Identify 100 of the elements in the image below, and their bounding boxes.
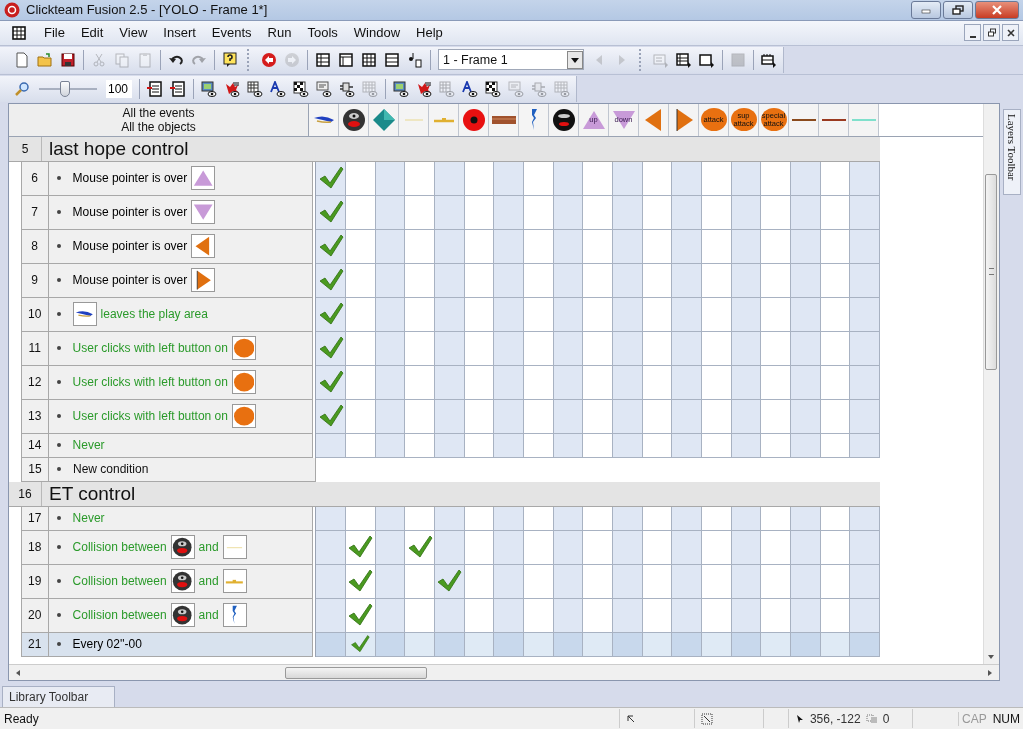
object-header[interactable] [819,103,849,136]
action-cell[interactable] [405,331,436,366]
action-cell[interactable] [672,263,702,298]
action-cell[interactable] [435,530,465,565]
action-cell[interactable] [702,229,732,264]
action-cell[interactable] [702,195,732,230]
action-cell[interactable] [613,506,643,531]
action-cell[interactable] [316,161,347,196]
action-cell[interactable] [583,506,614,531]
action-cell[interactable] [405,399,436,434]
action-cell[interactable] [583,263,614,298]
action-cell[interactable] [613,331,643,366]
speech-eye-icon[interactable] [316,80,332,97]
action-cell[interactable] [524,564,554,599]
action-cell[interactable] [524,399,554,434]
action-cell[interactable] [405,598,436,633]
action-cell[interactable] [524,195,554,230]
action-cell[interactable] [702,161,732,196]
action-cell[interactable] [850,297,880,332]
action-cell[interactable] [524,331,554,366]
action-cell[interactable] [524,229,554,264]
action-cell[interactable] [613,564,643,599]
action-cell[interactable] [346,598,376,633]
action-cell[interactable] [405,506,436,531]
action-cell[interactable] [316,564,347,599]
action-cell[interactable] [672,433,702,458]
action-cell[interactable] [761,161,791,196]
list-view-icon[interactable] [315,51,331,68]
action-cell[interactable] [435,331,465,366]
action-cell[interactable] [583,161,614,196]
action-cell[interactable] [702,506,732,531]
action-cell[interactable] [850,632,880,657]
tiles-eye-icon[interactable] [247,80,263,97]
action-cell[interactable] [583,297,614,332]
menu-item[interactable]: Tools [299,25,346,41]
action-cell[interactable] [405,263,436,298]
action-cell[interactable] [761,263,791,298]
action-cell[interactable] [524,263,554,298]
action-cell[interactable] [346,263,376,298]
action-cell[interactable] [435,365,465,400]
running-figure-eye-icon[interactable] [224,80,240,97]
action-cell[interactable] [405,161,436,196]
library-toolbar-tab[interactable]: Library Toolbar [2,686,116,708]
action-cell[interactable] [346,632,376,657]
action-cell[interactable] [524,530,554,565]
action-cell[interactable] [613,530,643,565]
action-cell[interactable] [494,598,525,633]
action-cell[interactable] [613,598,643,633]
action-cell[interactable] [494,399,525,434]
action-cell[interactable] [583,598,614,633]
action-cell[interactable] [613,229,643,264]
action-cell[interactable] [435,598,465,633]
action-cell[interactable] [583,229,614,264]
action-cell[interactable] [613,263,643,298]
rows-icon[interactable] [384,51,400,68]
action-cell[interactable] [583,195,614,230]
action-cell[interactable] [316,598,347,633]
screen-eye-icon[interactable] [393,80,409,97]
close-button[interactable] [1002,24,1019,42]
action-cell[interactable] [672,530,702,565]
action-cell[interactable] [702,331,732,366]
action-cell[interactable] [316,506,347,531]
action-cell[interactable] [405,632,436,657]
action-cell[interactable] [761,399,791,434]
action-cell[interactable] [702,598,732,633]
back-icon[interactable] [261,51,277,68]
action-cell[interactable] [583,399,614,434]
action-cell[interactable] [850,564,880,599]
action-cell[interactable] [346,530,376,565]
action-cell[interactable] [316,632,347,657]
action-cell[interactable] [316,229,347,264]
action-cell[interactable] [761,632,791,657]
action-cell[interactable] [435,195,465,230]
action-cell[interactable] [761,365,791,400]
action-cell[interactable] [524,297,554,332]
object-header[interactable] [459,103,489,136]
action-cell[interactable] [494,297,525,332]
frame-dropdown[interactable]: 1 - Frame 1 [438,49,584,71]
action-cell[interactable] [346,399,376,434]
action-cell[interactable] [672,161,702,196]
action-cell[interactable] [435,564,465,599]
action-cell[interactable] [316,530,347,565]
action-cell[interactable] [524,598,554,633]
action-cell[interactable] [494,161,525,196]
film-arrow-icon[interactable] [761,51,777,68]
action-cell[interactable] [494,195,525,230]
text-eye-icon[interactable] [462,80,478,97]
action-cell[interactable] [761,331,791,366]
list-icon[interactable] [147,80,163,97]
action-cell[interactable] [316,433,347,458]
action-cell[interactable] [702,263,732,298]
menu-item[interactable]: Help [408,25,451,41]
action-cell[interactable] [524,433,554,458]
checker-eye-icon[interactable] [485,80,501,97]
object-header[interactable] [339,103,369,136]
menu-item[interactable]: Edit [72,25,112,41]
dropdown-caret-icon[interactable] [567,50,583,69]
action-cell[interactable] [346,297,376,332]
slider-thumb[interactable] [60,80,71,97]
plug-eye-icon[interactable] [339,80,355,97]
